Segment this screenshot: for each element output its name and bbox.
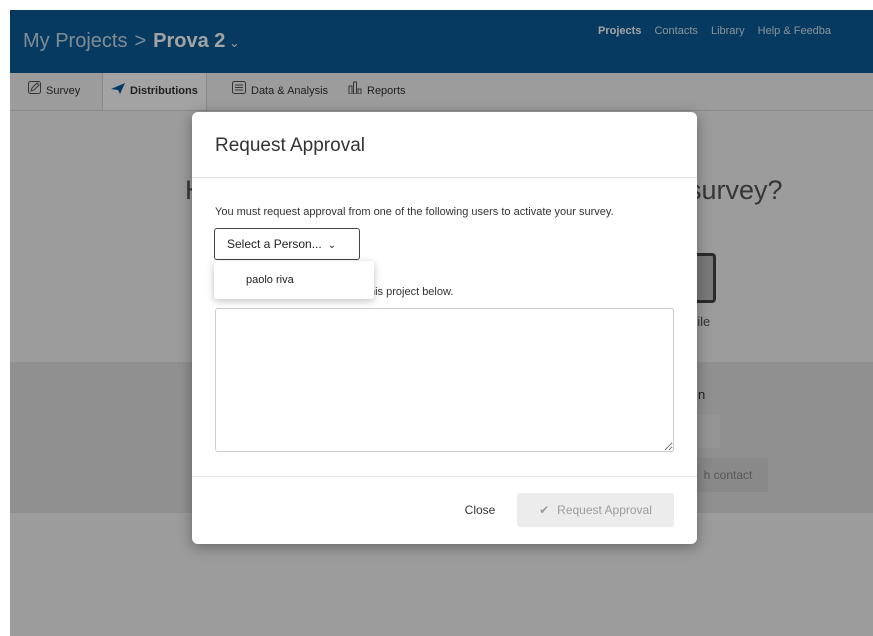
request-approval-label: Request Approval [557,503,652,517]
app-window: My Projects > Prova 2 ⌄ Projects Contacts L… [10,10,873,636]
chevron-down-icon: ⌄ [327,240,337,251]
select-person-dropdown[interactable]: Select a Person... ⌄ [214,228,360,260]
checkmark-icon: ✔ [539,503,550,517]
person-options-menu: paolo riva [214,261,374,299]
message-instruction-text: his project below. [369,286,454,298]
close-button[interactable]: Close [450,493,510,527]
message-textarea[interactable] [215,308,674,452]
modal-header-divider [192,177,697,178]
select-person-label: Select a Person... [227,237,322,251]
request-approval-button[interactable]: ✔ Request Approval [517,493,674,527]
person-option[interactable]: paolo riva [214,261,374,299]
request-approval-modal: Request Approval You must request approv… [192,112,697,544]
modal-description: You must request approval from one of th… [215,206,614,218]
modal-title: Request Approval [215,135,365,156]
modal-footer-divider [192,476,697,477]
